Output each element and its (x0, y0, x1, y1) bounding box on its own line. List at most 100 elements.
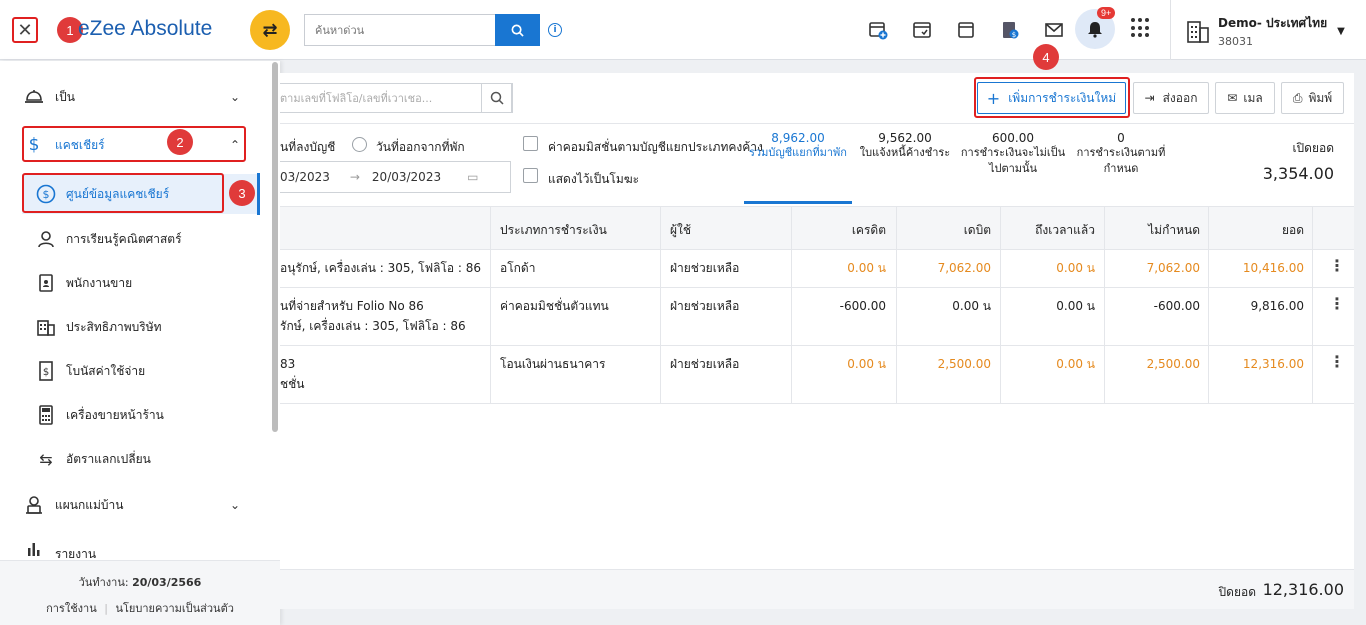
arrow-right-icon: → (349, 170, 360, 184)
mail-button[interactable]: ✉ เมล (1215, 82, 1275, 114)
row-due: 0.00 น (1056, 357, 1095, 371)
calendar-icon[interactable] (954, 18, 978, 42)
row-balance: 9,816.00 (1250, 299, 1304, 313)
property-name: Demo- ประเทศไทย (1218, 16, 1328, 30)
main-content: ตามเลขที่โฟลิโอ/เลขที่เวาเชอ... + เพิ่มก… (280, 73, 1366, 625)
col-unscheduled[interactable]: ไม่กำหนด (1110, 221, 1200, 240)
property-selector[interactable]: Demo- ประเทศไทย 38031 ▼ (1186, 14, 1345, 48)
col-debit[interactable]: เดบิต (900, 221, 991, 240)
search-icon (511, 24, 524, 37)
table-row[interactable]: นที่จ่ายสำหรับ Folio No 86 รักษ์, เครื่อ… (280, 288, 1354, 346)
export-icon: ⇥ (1144, 91, 1155, 105)
closing-balance-value: 12,316.00 (1262, 580, 1344, 599)
col-balance[interactable]: ยอด (1210, 221, 1304, 240)
divider (1170, 0, 1171, 60)
stat-guest-ledger[interactable]: 8,962.00 รวมบัญชีแยกที่มาพัก (744, 131, 852, 161)
property-id: 38031 (1218, 35, 1253, 48)
shuffle-button[interactable]: ⇄ (250, 10, 290, 50)
divider (280, 123, 1354, 124)
sidebar-item-pos[interactable]: เครื่องขายหน้าร้าน (0, 395, 270, 435)
sidebar-item-salesperson[interactable]: พนักงานขาย (0, 263, 270, 303)
stat-unallocated-payments[interactable]: 600.00 การชำระเงินจะไม่เป็น ไปตามนั้น (958, 131, 1068, 177)
table-header: ประเภทการชำระเงิน ผู้ใช้ เครดิต เดบิต ถึ… (280, 206, 1354, 250)
sidebar-item-company-performance[interactable]: ประสิทธิภาพบริษัท (0, 307, 270, 347)
info-icon[interactable]: i (548, 23, 562, 37)
show-void-checkbox[interactable] (523, 168, 538, 183)
stat-outstanding-invoices[interactable]: 9,562.00 ใบแจ้งหนี้ค้างชำระ (856, 131, 954, 161)
row-menu-icon[interactable]: ⋮ (1329, 294, 1345, 313)
row-payment-type: อโกด้า (500, 261, 536, 275)
calendar-check-icon[interactable] (910, 18, 934, 42)
commission-checkbox[interactable] (523, 136, 538, 151)
row-menu-icon[interactable]: ⋮ (1329, 352, 1345, 371)
close-icon: ✕ (17, 19, 33, 41)
row-debit: 2,500.00 (937, 357, 991, 371)
cashier-panel: ตามเลขที่โฟลิโอ/เลขที่เวาเชอ... + เพิ่มก… (280, 73, 1354, 609)
row-user: ฝ่ายช่วยเหลือ (670, 261, 740, 275)
date-from: 03/2023 (280, 170, 330, 184)
export-label: ส่งออก (1162, 90, 1198, 105)
close-menu-button[interactable]: ✕ (12, 17, 38, 43)
working-date: 20/03/2566 (132, 576, 202, 589)
sidebar-item-reports[interactable]: รายงาน (0, 535, 270, 561)
opening-balance-label: เปิดยอด (1292, 141, 1334, 155)
row-due: 0.00 น (1056, 299, 1095, 313)
date-to: 20/03/2023 (371, 170, 442, 184)
opening-balance: เปิดยอด 3,354.00 (1263, 139, 1334, 183)
search-button[interactable] (495, 14, 540, 46)
id-card-icon (36, 273, 56, 293)
col-due[interactable]: ถึงเวลาแล้ว (1000, 221, 1095, 240)
table-row[interactable]: อนุรักษ์, เครื่องเล่น : 305, โฟลิโอ : 86… (280, 250, 1354, 288)
row-debit: 7,062.00 (937, 261, 991, 275)
print-label: พิมพ์ (1308, 90, 1333, 105)
print-button[interactable]: ⎙ พิมพ์ (1281, 82, 1344, 114)
bell-service-icon (24, 87, 44, 107)
folio-search-button[interactable] (481, 83, 513, 113)
svg-text:$: $ (43, 367, 49, 378)
stat-scheduled-payments[interactable]: 0 การชำระเงินตามที่ กำหนด (1072, 131, 1170, 177)
stat-label-2: กำหนด (1103, 162, 1139, 175)
export-button[interactable]: ⇥ ส่งออก (1133, 82, 1209, 114)
sidebar-item-housekeeping[interactable]: แผนกแม่บ้าน ⌄ (0, 485, 270, 525)
stat-label: ใบแจ้งหนี้ค้างชำระ (859, 146, 951, 159)
sidebar-item-expense-bonus[interactable]: $ โบนัสค่าใช้จ่าย (0, 351, 270, 391)
sidebar-item-label: พนักงานขาย (66, 275, 133, 290)
folio-search-input[interactable]: ตามเลขที่โฟลิโอ/เลขที่เวาเชอ... (280, 83, 512, 113)
app-logo[interactable]: eZee Absolute (78, 17, 212, 41)
checkout-date-radio[interactable] (352, 137, 367, 152)
mail-icon[interactable] (1042, 18, 1066, 42)
terms-link[interactable]: การใช้งาน (46, 602, 97, 615)
mail-icon: ✉ (1227, 91, 1238, 105)
stat-value: 9,562.00 (878, 131, 932, 145)
stat-label-2: ไปตามนั้น (988, 162, 1038, 175)
col-user[interactable]: ผู้ใช้ (670, 221, 691, 240)
posting-date-radio-label[interactable]: นที่ลงบัญชี (280, 138, 335, 157)
sidebar-item-label: อัตราแลกเปลี่ยน (66, 451, 151, 466)
col-payment-type[interactable]: ประเภทการชำระเงิน (500, 221, 607, 240)
stat-label: รวมบัญชีแยกที่มาพัก (749, 146, 847, 159)
row-description: 83 (280, 357, 296, 371)
row-menu-icon[interactable]: ⋮ (1329, 256, 1345, 275)
sidebar-item-front-office[interactable]: เป็น ⌄ (0, 77, 270, 117)
row-balance: 12,316.00 (1242, 357, 1304, 371)
privacy-link[interactable]: นโยบายความเป็นส่วนตัว (115, 602, 233, 615)
sidebar-item-label: เป็น (55, 89, 75, 104)
invoice-icon[interactable]: $ (998, 18, 1022, 42)
calendar-add-icon[interactable] (866, 18, 890, 42)
sidebar-scrollbar[interactable] (272, 62, 278, 432)
sidebar-item-label: โบนัสค่าใช้จ่าย (66, 363, 146, 378)
col-credit[interactable]: เครดิต (800, 221, 886, 240)
highlight-box-add-payment (974, 77, 1130, 118)
row-balance: 10,416.00 (1242, 261, 1304, 275)
date-range-picker[interactable]: 03/2023 → 20/03/2023 ▭ (280, 161, 511, 193)
table-row[interactable]: 83 ชชั่น โอนเงินผ่านธนาคาร ฝ่ายช่วยเหลือ… (280, 346, 1354, 404)
top-bar: ✕ 1 eZee Absolute ⇄ i $ 9+ Demo- ประเทศไ… (0, 0, 1366, 60)
step-marker-4: 4 (1033, 44, 1059, 70)
svg-text:$: $ (1012, 31, 1016, 39)
building-icon (36, 317, 56, 337)
quick-search-input[interactable] (304, 14, 496, 46)
sidebar-item-exchange-rate[interactable]: ⇆ อัตราแลกเปลี่ยน (0, 439, 270, 479)
working-date-label: วันทำงาน: (78, 576, 129, 589)
sidebar-item-learning[interactable]: การเรียนรู้คณิตศาสตร์ (0, 219, 270, 259)
apps-grid-icon[interactable] (1131, 18, 1151, 38)
